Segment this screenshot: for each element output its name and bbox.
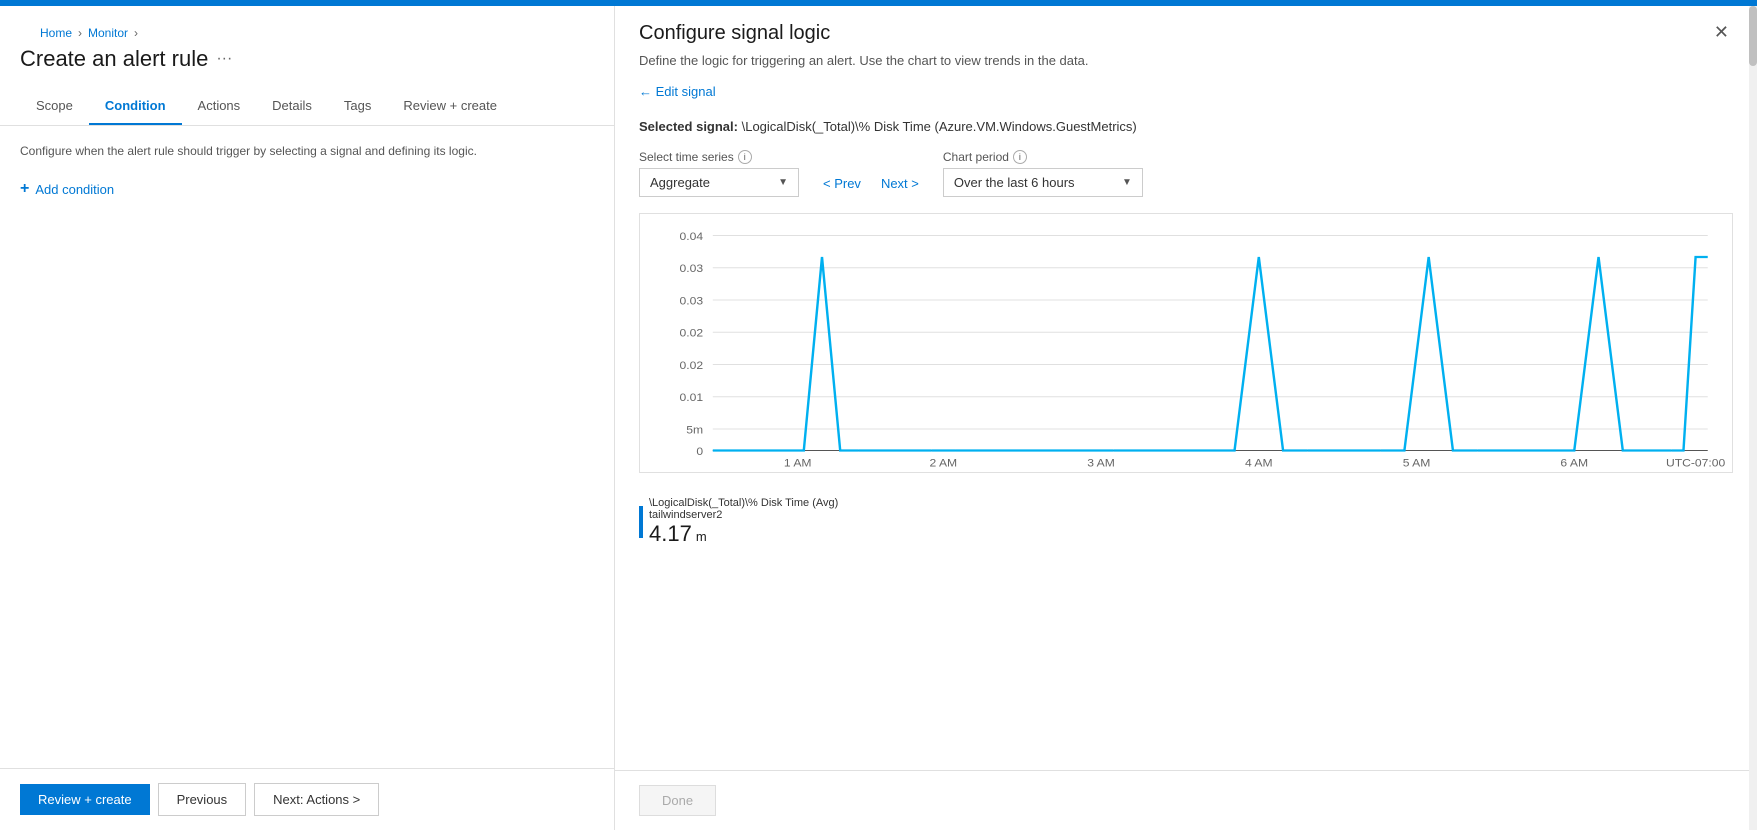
- chart-svg: 0.04 0.03 0.03 0.02 0.02 0.01 5m 0 1 AM …: [640, 214, 1732, 472]
- breadcrumb: Home › Monitor ›: [20, 16, 594, 46]
- right-panel: Configure signal logic ✕ Define the logi…: [615, 6, 1757, 830]
- selected-signal-label: Selected signal:: [639, 119, 738, 134]
- breadcrumb-monitor[interactable]: Monitor: [88, 26, 128, 40]
- svg-text:0.02: 0.02: [679, 360, 703, 371]
- next-actions-button[interactable]: Next: Actions >: [254, 783, 379, 816]
- page-title: Create an alert rule: [20, 46, 208, 72]
- tab-tags[interactable]: Tags: [328, 88, 387, 125]
- chart-period-label: Chart period i: [943, 150, 1143, 164]
- scrollbar-thumb[interactable]: [1749, 6, 1757, 66]
- legend-color-bar: [639, 506, 643, 538]
- time-series-dropdown[interactable]: Aggregate ▼: [639, 168, 799, 197]
- add-condition-button[interactable]: + Add condition: [20, 176, 114, 202]
- done-button[interactable]: Done: [639, 785, 716, 816]
- page-title-row: Create an alert rule ···: [20, 46, 594, 88]
- svg-text:0.02: 0.02: [679, 328, 703, 339]
- svg-text:5 AM: 5 AM: [1403, 458, 1431, 469]
- prev-next-nav: < Prev Next >: [819, 150, 923, 195]
- edit-signal-link[interactable]: ← Edit signal: [615, 80, 1757, 111]
- panel-title: Configure signal logic: [639, 22, 830, 45]
- breadcrumb-home[interactable]: Home: [40, 26, 72, 40]
- svg-text:3 AM: 3 AM: [1087, 458, 1115, 469]
- left-panel: Home › Monitor › Create an alert rule ··…: [0, 6, 615, 830]
- tab-details[interactable]: Details: [256, 88, 328, 125]
- left-footer: Review + create Previous Next: Actions >: [0, 768, 614, 830]
- plus-icon: +: [20, 180, 29, 198]
- time-series-value: Aggregate: [650, 175, 710, 190]
- svg-text:5m: 5m: [686, 425, 703, 436]
- chart-period-dropdown[interactable]: Over the last 6 hours ▼: [943, 168, 1143, 197]
- time-series-group: Select time series i Aggregate ▼: [639, 150, 799, 197]
- left-header: Home › Monitor › Create an alert rule ··…: [0, 6, 614, 88]
- review-create-button[interactable]: Review + create: [20, 784, 150, 815]
- tab-description: Configure when the alert rule should tri…: [20, 142, 594, 160]
- breadcrumb-sep1: ›: [78, 26, 82, 40]
- scrollbar-track: [1749, 6, 1757, 830]
- next-button[interactable]: Next >: [877, 172, 923, 195]
- signal-controls: Select time series i Aggregate ▼ < Prev …: [615, 150, 1757, 197]
- edit-signal-label: ← Edit signal: [639, 84, 716, 99]
- add-condition-label: Add condition: [35, 182, 114, 197]
- ellipsis-button[interactable]: ···: [216, 50, 232, 68]
- breadcrumb-sep2: ›: [134, 26, 138, 40]
- main-layout: Home › Monitor › Create an alert rule ··…: [0, 6, 1757, 830]
- legend-unit: m: [696, 529, 707, 544]
- svg-text:2 AM: 2 AM: [930, 458, 958, 469]
- chart-period-chevron-icon: ▼: [1122, 177, 1132, 188]
- left-content: Configure when the alert rule should tri…: [0, 126, 614, 768]
- chart-area: 0.04 0.03 0.03 0.02 0.02 0.01 5m 0 1 AM …: [639, 213, 1733, 473]
- chart-period-value: Over the last 6 hours: [954, 175, 1075, 190]
- tab-review-create[interactable]: Review + create: [387, 88, 513, 125]
- chevron-down-icon: ▼: [778, 177, 788, 188]
- legend-text-group: \LogicalDisk(_Total)\% Disk Time (Avg) t…: [649, 497, 838, 547]
- legend-line1: \LogicalDisk(_Total)\% Disk Time (Avg): [649, 497, 838, 509]
- svg-text:UTC-07:00: UTC-07:00: [1666, 458, 1725, 469]
- selected-signal: Selected signal: \LogicalDisk(_Total)\% …: [615, 111, 1757, 150]
- svg-text:1 AM: 1 AM: [784, 458, 812, 469]
- tabs-nav: Scope Condition Actions Details Tags Rev…: [0, 88, 614, 126]
- svg-text:6 AM: 6 AM: [1560, 458, 1588, 469]
- previous-button[interactable]: Previous: [158, 783, 247, 816]
- svg-text:0.04: 0.04: [679, 231, 703, 242]
- right-header: Configure signal logic ✕: [615, 6, 1757, 53]
- time-series-info-icon: i: [738, 150, 752, 164]
- chart-legend: \LogicalDisk(_Total)\% Disk Time (Avg) t…: [615, 489, 1757, 551]
- selected-signal-value: \LogicalDisk(_Total)\% Disk Time (Azure.…: [742, 119, 1137, 134]
- legend-value: 4.17 m: [649, 521, 838, 547]
- svg-text:0.03: 0.03: [679, 296, 703, 307]
- chart-period-group: Chart period i Over the last 6 hours ▼: [943, 150, 1143, 197]
- svg-text:0.03: 0.03: [679, 264, 703, 275]
- close-button[interactable]: ✕: [1710, 22, 1733, 43]
- time-series-label: Select time series i: [639, 150, 799, 164]
- legend-item: \LogicalDisk(_Total)\% Disk Time (Avg) t…: [639, 497, 1733, 547]
- tab-actions[interactable]: Actions: [182, 88, 257, 125]
- tab-condition[interactable]: Condition: [89, 88, 182, 125]
- legend-line2: tailwindserver2: [649, 509, 838, 521]
- right-footer: Done: [615, 770, 1757, 830]
- chart-period-info-icon: i: [1013, 150, 1027, 164]
- prev-button[interactable]: < Prev: [819, 172, 865, 195]
- panel-description: Define the logic for triggering an alert…: [615, 53, 1757, 80]
- tab-scope[interactable]: Scope: [20, 88, 89, 125]
- svg-text:0.01: 0.01: [679, 393, 703, 404]
- svg-text:0: 0: [696, 446, 703, 457]
- svg-text:4 AM: 4 AM: [1245, 458, 1273, 469]
